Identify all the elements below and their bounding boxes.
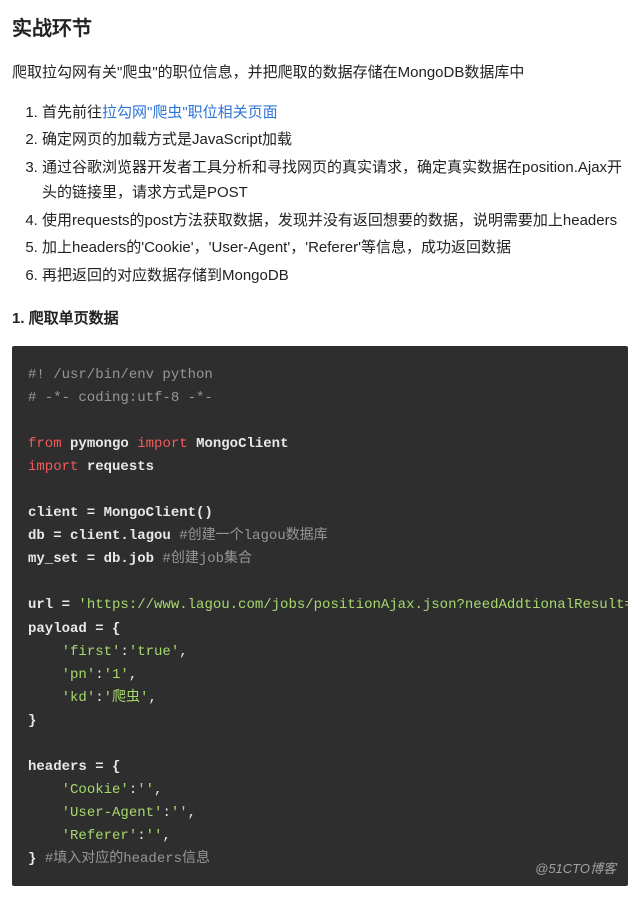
code-string: '1' [104, 667, 129, 683]
list-item: 使用requests的post方法获取数据，发现并没有返回想要的数据，说明需要加… [42, 208, 628, 234]
code-string: 'Referer' [62, 828, 138, 844]
code-string: '' [171, 805, 188, 821]
code-string: '' [146, 828, 163, 844]
code-comment: #创建一个lagou数据库 [179, 528, 327, 544]
code-string: 'kd' [62, 690, 96, 706]
code-string: '' [137, 782, 154, 798]
list-item: 通过谷歌浏览器开发者工具分析和寻找网页的真实请求，确定真实数据在position… [42, 155, 628, 206]
code-keyword: import [28, 459, 78, 475]
code-string: '爬虫' [104, 690, 149, 706]
code-line: headers = { [28, 759, 120, 775]
code-string: 'https://www.lagou.com/jobs/positionAjax… [78, 597, 628, 613]
code-line: } [28, 713, 36, 729]
intro-text: 爬取拉勾网有关"爬虫"的职位信息，并把爬取的数据存储在MongoDB数据库中 [12, 60, 628, 86]
code-string: 'User-Agent' [62, 805, 163, 821]
code-comment: # -*- coding:utf-8 -*- [28, 390, 213, 406]
code-string: 'true' [129, 644, 179, 660]
code-keyword: from [28, 436, 62, 452]
code-ident: requests [87, 459, 154, 475]
step-prefix: 首先前往 [42, 104, 102, 121]
code-line: payload = { [28, 621, 120, 637]
code-line: client = MongoClient() [28, 505, 213, 521]
page-title: 实战环节 [12, 12, 628, 46]
code-ident: MongoClient [196, 436, 288, 452]
code-ident: pymongo [70, 436, 129, 452]
code-line: db = client.lagou [28, 528, 179, 544]
list-item: 再把返回的对应数据存储到MongoDB [42, 263, 628, 289]
code-line: } [28, 851, 45, 867]
code-string: 'pn' [62, 667, 96, 683]
code-comment: #填入对应的headers信息 [45, 851, 210, 867]
code-comment: #创建job集合 [162, 551, 252, 567]
code-string: 'first' [62, 644, 121, 660]
list-item: 确定网页的加载方式是JavaScript加载 [42, 127, 628, 153]
code-keyword: import [137, 436, 187, 452]
code-line: url = [28, 597, 78, 613]
steps-list: 首先前往拉勾网"爬虫"职位相关页面 确定网页的加载方式是JavaScript加载… [12, 100, 628, 289]
code-comment: #! /usr/bin/env python [28, 367, 213, 383]
watermark: @51CTO博客 [535, 858, 616, 879]
subheading: 1. 爬取单页数据 [12, 306, 628, 332]
list-item: 加上headers的'Cookie'，'User-Agent'，'Referer… [42, 235, 628, 261]
code-line: my_set = db.job [28, 551, 162, 567]
list-item: 首先前往拉勾网"爬虫"职位相关页面 [42, 100, 628, 126]
code-string: 'Cookie' [62, 782, 129, 798]
code-block: #! /usr/bin/env python # -*- coding:utf-… [12, 346, 628, 886]
lagou-link[interactable]: 拉勾网"爬虫"职位相关页面 [102, 104, 278, 121]
